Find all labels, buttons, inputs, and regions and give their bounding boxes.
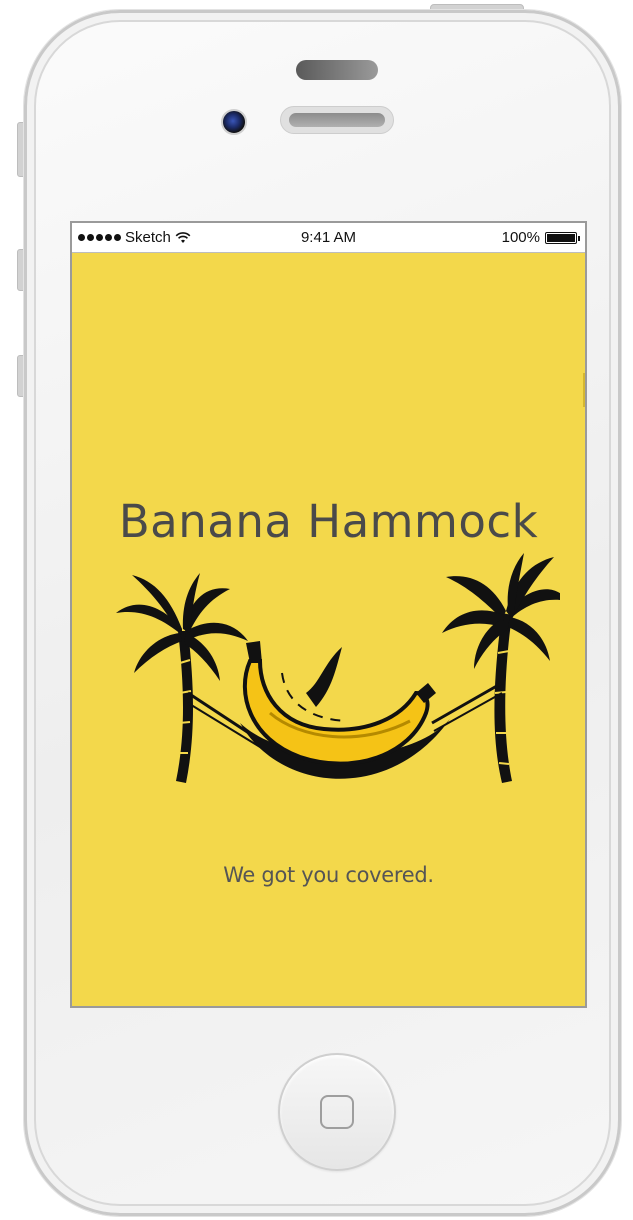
front-camera-icon <box>221 109 247 135</box>
app-tagline: We got you covered. <box>223 863 434 887</box>
banana-hammock-palm-trees-icon <box>116 553 560 783</box>
speaker-grille-icon <box>280 106 394 134</box>
app-screen: Sketch 9:41 AM 100% Banana Hammock We go… <box>70 221 587 1008</box>
battery-icon <box>545 231 580 244</box>
status-bar: Sketch 9:41 AM 100% <box>72 223 585 253</box>
device-mockup: Sketch 9:41 AM 100% Banana Hammock We go… <box>0 0 633 1220</box>
status-right: 100% <box>501 229 580 246</box>
battery-percent: 100% <box>501 229 540 246</box>
scroll-indicator <box>583 373 585 407</box>
home-button[interactable] <box>278 1053 396 1171</box>
home-button-icon <box>320 1095 354 1129</box>
app-title: Banana Hammock <box>118 495 539 548</box>
earpiece-speaker-icon <box>296 60 378 80</box>
